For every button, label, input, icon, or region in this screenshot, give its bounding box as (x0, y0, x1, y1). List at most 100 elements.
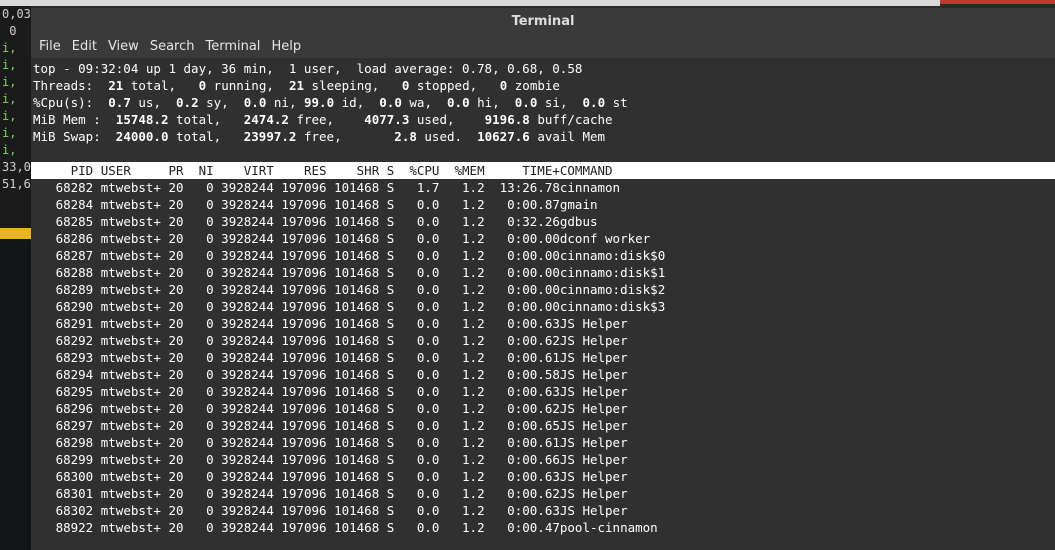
cell-pid: 68300 (33, 469, 94, 484)
menu-view[interactable]: View (104, 39, 146, 54)
cell-pid: 68296 (33, 401, 94, 416)
cell-pr: 20 (160, 401, 184, 416)
cell-virt: 3928244 (213, 248, 274, 263)
cell-pid: 68288 (33, 265, 94, 280)
cell-command: gdbus (559, 214, 711, 229)
cell-pid: 68302 (33, 503, 94, 518)
cell-mem: 1.2 (439, 282, 485, 297)
cell-ni: 0 (183, 452, 214, 467)
cell-virt: 3928244 (213, 486, 274, 501)
cell-shr: 101468 (326, 503, 380, 518)
cell-shr: 101468 (326, 299, 380, 314)
cell-pid: 68290 (33, 299, 94, 314)
cell-cpu: 0.0 (394, 316, 440, 331)
header-ni: NI (183, 163, 214, 178)
process-row: 68287 mtwebst+ 20 0 3928244 197096 10146… (31, 247, 1055, 264)
swap-line: MiB Swap: 24000.0 total, 23997.2 free, 2… (31, 128, 1055, 145)
threads-zombie-label: zombie (514, 78, 560, 93)
cell-ni: 0 (183, 265, 214, 280)
cell-time: 0:32.26 (484, 214, 560, 229)
cell-state: S (379, 503, 395, 518)
cell-ni: 0 (183, 333, 214, 348)
terminal-window[interactable]: Terminal File Edit View Search Terminal … (31, 8, 1055, 550)
cell-shr: 101468 (326, 418, 380, 433)
menu-bar: File Edit View Search Terminal Help (31, 35, 1055, 58)
menu-terminal[interactable]: Terminal (201, 39, 267, 54)
process-row: 68291 mtwebst+ 20 0 3928244 197096 10146… (31, 315, 1055, 332)
cpu-st-label: st (612, 95, 628, 110)
cell-ni: 0 (183, 401, 214, 416)
cell-pid: 68298 (33, 435, 94, 450)
cell-pid: 68284 (33, 197, 94, 212)
header-shr: SHR (326, 163, 380, 178)
cell-cpu: 0.0 (394, 469, 440, 484)
process-row: 68292 mtwebst+ 20 0 3928244 197096 10146… (31, 332, 1055, 349)
cell-res: 197096 (273, 520, 327, 535)
threads-stopped-label: stopped, (416, 78, 478, 93)
mem-used: 4077.3 (364, 112, 410, 127)
cell-state: S (379, 214, 395, 229)
cell-cpu: 0.0 (394, 486, 440, 501)
cell-ni: 0 (183, 214, 214, 229)
cell-ni: 0 (183, 248, 214, 263)
cell-res: 197096 (273, 248, 327, 263)
cell-pid: 68299 (33, 452, 94, 467)
cell-command: JS Helper (559, 384, 711, 399)
cell-ni: 0 (183, 197, 214, 212)
cell-command: JS Helper (559, 469, 711, 484)
cell-mem: 1.2 (439, 384, 485, 399)
cell-ni: 0 (183, 316, 214, 331)
cell-ni: 0 (183, 350, 214, 365)
threads-running: 0 (198, 78, 207, 93)
cell-command: JS Helper (559, 316, 711, 331)
cell-time: 0:00.63 (484, 469, 560, 484)
cell-virt: 3928244 (213, 231, 274, 246)
process-table: 68282 mtwebst+ 20 0 3928244 197096 10146… (31, 179, 1055, 536)
cell-cpu: 0.0 (394, 435, 440, 450)
process-table-header: PID USER PR NI VIRT RES SHR S %CPU %MEM … (31, 162, 1055, 179)
cell-state: S (379, 197, 395, 212)
terminal-output[interactable]: top - 09:32:04 up 1 day, 36 min, 1 user,… (31, 60, 1055, 550)
cell-res: 197096 (273, 384, 327, 399)
menu-help[interactable]: Help (267, 39, 308, 54)
menu-edit[interactable]: Edit (68, 39, 104, 54)
menu-file[interactable]: File (35, 39, 68, 54)
menu-search[interactable]: Search (146, 39, 202, 54)
cell-virt: 3928244 (213, 469, 274, 484)
cell-mem: 1.2 (439, 265, 485, 280)
cell-user: mtwebst+ (93, 503, 161, 518)
cell-cpu: 0.0 (394, 197, 440, 212)
cell-res: 197096 (273, 435, 327, 450)
cell-mem: 1.2 (439, 299, 485, 314)
cpu-ni-label: ni, (273, 95, 297, 110)
cell-virt: 3928244 (213, 418, 274, 433)
cpu-us: 0.7 (108, 95, 131, 110)
background-terminal-line: i, (2, 109, 31, 123)
cell-user: mtwebst+ (93, 384, 161, 399)
process-row: 68293 mtwebst+ 20 0 3928244 197096 10146… (31, 349, 1055, 366)
header-virt: VIRT (213, 163, 274, 178)
process-row: 68300 mtwebst+ 20 0 3928244 197096 10146… (31, 468, 1055, 485)
cpu-sy-label: sy, (206, 95, 229, 110)
cell-pr: 20 (160, 316, 184, 331)
cell-pr: 20 (160, 197, 184, 212)
swap-label: MiB Swap: (33, 129, 101, 144)
cell-pr: 20 (160, 350, 184, 365)
cell-virt: 3928244 (213, 333, 274, 348)
cpu-us-label: us, (138, 95, 161, 110)
cell-cpu: 0.0 (394, 401, 440, 416)
cell-cpu: 0.0 (394, 282, 440, 297)
cell-res: 197096 (273, 265, 327, 280)
cell-res: 197096 (273, 231, 327, 246)
cell-shr: 101468 (326, 384, 380, 399)
cell-cpu: 0.0 (394, 350, 440, 365)
cell-user: mtwebst+ (93, 367, 161, 382)
process-row: 68282 mtwebst+ 20 0 3928244 197096 10146… (31, 179, 1055, 196)
cell-virt: 3928244 (213, 384, 274, 399)
cell-cpu: 0.0 (394, 367, 440, 382)
cell-res: 197096 (273, 299, 327, 314)
cell-pr: 20 (160, 248, 184, 263)
cell-time: 0:00.63 (484, 384, 560, 399)
cell-shr: 101468 (326, 231, 380, 246)
background-terminal-line: i, (2, 126, 31, 140)
